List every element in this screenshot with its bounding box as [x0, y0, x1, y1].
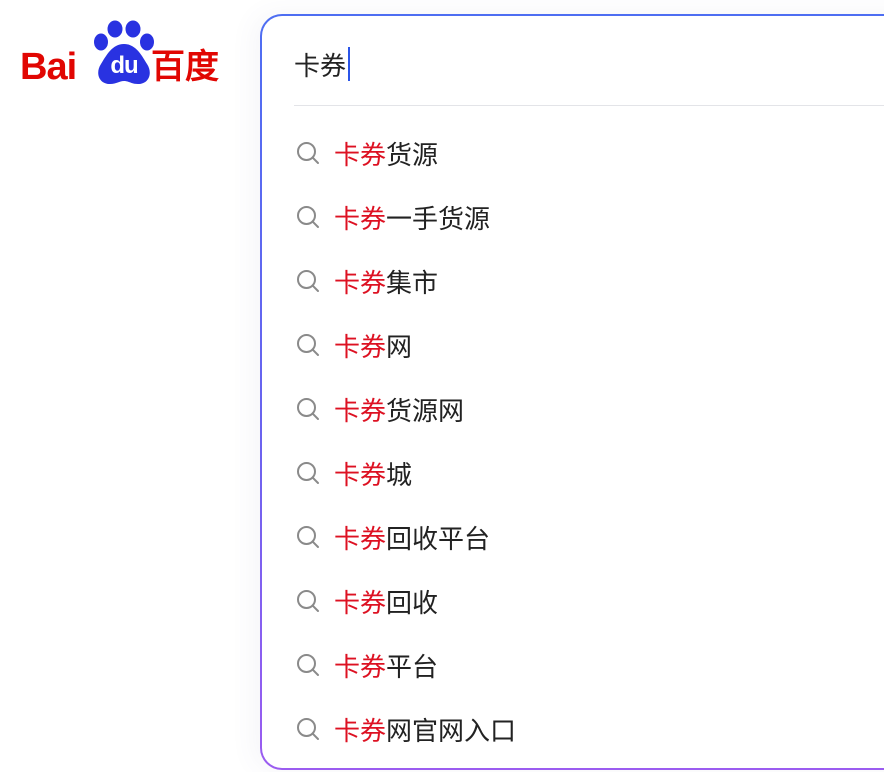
suggestion-item[interactable]: 卡券平台: [262, 633, 884, 697]
suggestion-highlight: 卡券: [334, 396, 387, 427]
suggestion-text: 卡券网官网入口: [334, 711, 516, 748]
suggestion-text: 卡券回收平台: [334, 519, 490, 556]
search-icon: [294, 587, 322, 615]
search-input[interactable]: 卡券: [294, 44, 351, 84]
suggestion-text: 卡券回收: [334, 583, 438, 620]
suggestion-text: 卡券平台: [334, 647, 438, 684]
suggestion-text: 卡券货源网: [334, 391, 464, 428]
divider: [294, 105, 884, 106]
suggestion-list: 卡券货源 卡券一手货源 卡券集市 卡券网 卡券货源网 卡券城 卡券回收平台 卡券…: [262, 121, 884, 761]
suggestion-rest: 回收平台: [386, 524, 491, 555]
suggestion-item[interactable]: 卡券货源网: [262, 377, 884, 441]
suggestion-item[interactable]: 卡券城: [262, 441, 884, 505]
suggestion-item[interactable]: 卡券回收: [262, 569, 884, 633]
logo-du-text: du: [110, 52, 138, 79]
suggestion-rest: 城: [386, 460, 413, 491]
suggestion-rest: 货源网: [386, 396, 465, 427]
search-icon: [294, 139, 322, 167]
suggestion-highlight: 卡券: [334, 652, 387, 683]
suggestion-rest: 网官网入口: [386, 716, 517, 747]
search-icon: [294, 267, 322, 295]
search-box: 卡券 卡券货源 卡券一手货源 卡券集市 卡券网 卡券货源网 卡券城 卡券回收平台…: [260, 14, 884, 770]
suggestion-text: 卡券货源: [334, 135, 438, 172]
suggestion-rest: 平台: [386, 652, 439, 683]
suggestion-highlight: 卡券: [334, 524, 387, 555]
search-icon: [294, 651, 322, 679]
suggestion-text: 卡券集市: [334, 263, 438, 300]
suggestion-highlight: 卡券: [334, 332, 387, 363]
suggestion-highlight: 卡券: [334, 460, 387, 491]
suggestion-highlight: 卡券: [334, 268, 387, 299]
suggestion-rest: 货源: [386, 140, 439, 171]
search-icon: [294, 203, 322, 231]
suggestion-rest: 回收: [386, 588, 439, 619]
suggestion-text: 卡券城: [334, 455, 412, 492]
search-icon: [294, 523, 322, 551]
search-icon: [294, 459, 322, 487]
suggestion-item[interactable]: 卡券一手货源: [262, 185, 884, 249]
logo-chinese-text: 百度: [151, 47, 219, 87]
paw-toe-left: [94, 33, 108, 51]
suggestion-item[interactable]: 卡券回收平台: [262, 505, 884, 569]
suggestion-highlight: 卡券: [334, 716, 387, 747]
suggestion-rest: 网: [386, 332, 413, 363]
suggestion-highlight: 卡券: [334, 588, 387, 619]
suggestion-rest: 一手货源: [386, 204, 491, 235]
suggestion-item[interactable]: 卡券网官网入口: [262, 697, 884, 761]
text-caret: [348, 47, 351, 81]
paw-icon: du: [92, 20, 156, 86]
search-icon: [294, 331, 322, 359]
suggestion-text: 卡券一手货源: [334, 199, 490, 236]
suggestion-item[interactable]: 卡券货源: [262, 121, 884, 185]
search-icon: [294, 395, 322, 423]
page: Bai du 百度 卡券 卡券货源 卡券一手货源 卡券集市 卡券网 卡券货源网 …: [0, 0, 884, 772]
suggestion-item[interactable]: 卡券网: [262, 313, 884, 377]
search-icon: [294, 715, 322, 743]
suggestion-item[interactable]: 卡券集市: [262, 249, 884, 313]
suggestion-highlight: 卡券: [334, 140, 387, 171]
paw-toe-mid-left: [107, 20, 123, 38]
logo-bai-text: Bai: [20, 46, 77, 88]
suggestion-rest: 集市: [386, 268, 439, 299]
suggestion-text: 卡券网: [334, 327, 412, 364]
paw-toe-mid-right: [125, 20, 141, 38]
search-input-value: 卡券: [294, 51, 347, 82]
suggestion-highlight: 卡券: [334, 204, 387, 235]
baidu-logo[interactable]: Bai du 百度: [20, 18, 226, 88]
